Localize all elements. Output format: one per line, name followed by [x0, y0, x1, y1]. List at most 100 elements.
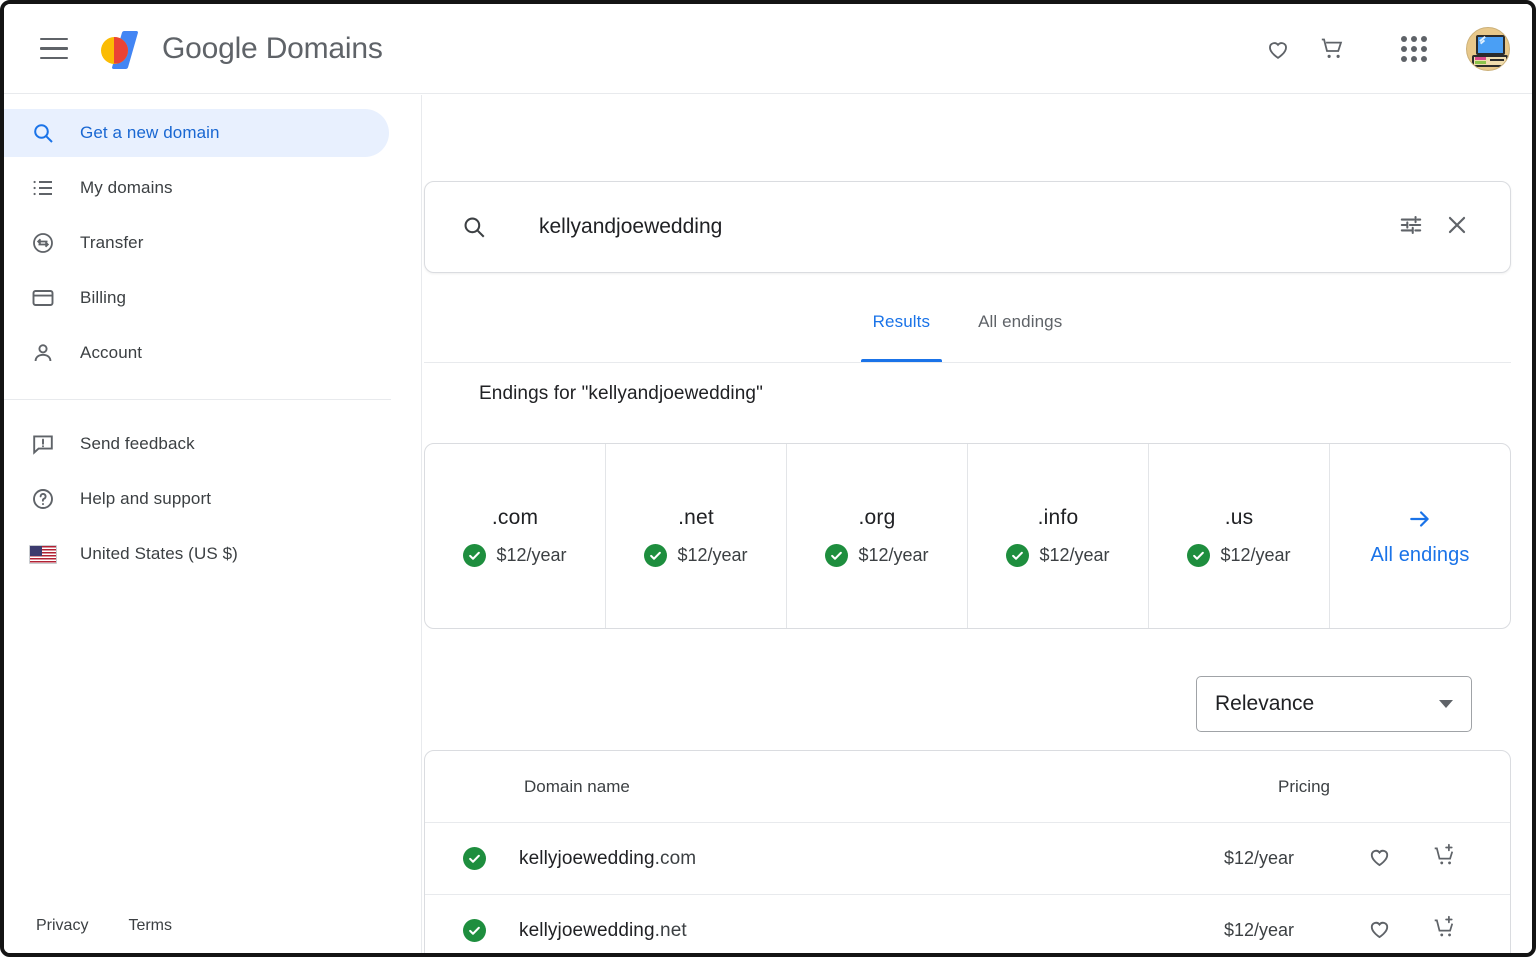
search-filters-button[interactable]	[1388, 204, 1434, 250]
privacy-link[interactable]: Privacy	[36, 917, 88, 935]
domain-name: kellyjoewedding.net	[519, 920, 687, 942]
ending-tld: .com	[492, 506, 538, 530]
sidebar-item-label: My domains	[80, 178, 173, 198]
column-header-domain-name: Domain name	[524, 777, 630, 797]
domain-tld: .net	[655, 920, 687, 941]
tab-label: Results	[873, 312, 930, 332]
sidebar-item-country-currency[interactable]: United States (US $)	[4, 530, 389, 578]
domain-price: $12/year	[1224, 848, 1294, 869]
add-to-cart-button[interactable]	[1422, 836, 1468, 882]
sidebar-item-transfer[interactable]: Transfer	[4, 219, 389, 267]
sidebar-item-label: Help and support	[80, 489, 211, 509]
ending-price-line: $12/year	[1187, 544, 1290, 567]
sidebar-item-account[interactable]: Account	[4, 329, 389, 377]
ending-price: $12/year	[496, 545, 566, 566]
sidebar-item-label: Account	[80, 343, 142, 363]
search-icon	[461, 214, 487, 240]
avatar-key-green	[1475, 61, 1486, 64]
ending-card-org[interactable]: .org $12/year	[787, 444, 968, 628]
sidebar-item-billing[interactable]: Billing	[4, 274, 389, 322]
sidebar-item-help-and-support[interactable]: Help and support	[4, 475, 389, 523]
favorite-button[interactable]	[1356, 908, 1402, 954]
available-check-icon	[463, 544, 486, 567]
ending-card-info[interactable]: .info $12/year	[968, 444, 1149, 628]
chevron-down-icon	[1439, 700, 1453, 708]
domain-search-bar	[424, 181, 1511, 273]
app-title: Google Domains	[162, 32, 383, 66]
feedback-icon	[28, 432, 58, 456]
main-content: Results All endings Endings for "kellyan…	[423, 95, 1532, 957]
domain-name: kellyjoewedding.com	[519, 848, 696, 870]
favorites-button[interactable]	[1254, 25, 1302, 73]
heart-icon	[1367, 844, 1392, 874]
available-check-icon	[1006, 544, 1029, 567]
ending-price: $12/year	[858, 545, 928, 566]
sidebar-item-label: Billing	[80, 288, 126, 308]
menu-bar-3	[40, 57, 68, 60]
cart-button[interactable]	[1308, 25, 1356, 73]
ending-card-net[interactable]: .net $12/year	[606, 444, 787, 628]
sort-selected-value: Relevance	[1215, 692, 1314, 716]
arrow-right-icon	[1407, 506, 1433, 532]
shopping-cart-icon	[1319, 35, 1346, 62]
ending-price: $12/year	[1220, 545, 1290, 566]
sidebar-item-my-domains[interactable]: My domains	[4, 164, 389, 212]
credit-card-icon	[28, 286, 58, 310]
clear-search-button[interactable]	[1434, 204, 1480, 250]
tab-label: All endings	[978, 312, 1062, 332]
endings-section-title: Endings for "kellyandjoewedding"	[479, 383, 763, 405]
available-check-icon	[644, 544, 667, 567]
ending-card-com[interactable]: .com $12/year	[425, 444, 606, 628]
search-icon	[28, 121, 58, 145]
ending-price: $12/year	[1039, 545, 1109, 566]
avatar-key-pink	[1475, 57, 1486, 60]
heart-icon	[1265, 36, 1291, 62]
search-input[interactable]	[539, 215, 1388, 239]
transfer-icon	[28, 231, 58, 255]
top-bar-actions	[1254, 25, 1510, 73]
table-header-row: Domain name Pricing	[425, 751, 1510, 823]
menu-bar-1	[40, 38, 68, 41]
table-row[interactable]: kellyjoewedding.com $12/year	[425, 823, 1510, 895]
terms-link[interactable]: Terms	[128, 917, 172, 935]
available-check-icon	[463, 847, 486, 870]
close-icon	[1444, 212, 1470, 243]
google-domains-logo-icon	[98, 25, 146, 73]
brand-domains: Domains	[266, 32, 383, 65]
ending-price-line: $12/year	[463, 544, 566, 567]
avatar[interactable]	[1466, 27, 1510, 71]
table-row[interactable]: kellyjoewedding.net $12/year	[425, 895, 1510, 957]
all-endings-label: All endings	[1371, 544, 1470, 567]
domain-sld: kellyjoewedding	[519, 920, 655, 941]
top-app-bar: Google Domains	[4, 4, 1532, 94]
app-logo[interactable]: Google Domains	[98, 25, 383, 73]
ending-price-line: $12/year	[644, 544, 747, 567]
us-flag-icon	[28, 545, 58, 564]
favorite-button[interactable]	[1356, 836, 1402, 882]
all-endings-card[interactable]: All endings	[1330, 444, 1510, 628]
column-header-pricing: Pricing	[1278, 777, 1330, 797]
ending-card-us[interactable]: .us $12/year	[1149, 444, 1330, 628]
add-to-cart-button[interactable]	[1422, 908, 1468, 954]
sort-dropdown[interactable]: Relevance	[1196, 676, 1472, 732]
menu-icon[interactable]	[30, 25, 78, 73]
sidebar-item-send-feedback[interactable]: Send feedback	[4, 420, 389, 468]
sidebar-primary-nav: Get a new domain My domains	[4, 95, 421, 377]
list-icon	[28, 176, 58, 200]
tune-icon	[1398, 212, 1424, 243]
endings-card-row: .com $12/year .net $12/year	[424, 443, 1511, 629]
tab-all-endings[interactable]: All endings	[954, 303, 1086, 362]
available-check-icon	[463, 919, 486, 942]
available-check-icon	[825, 544, 848, 567]
tab-results[interactable]: Results	[849, 303, 954, 362]
results-tabs: Results All endings	[424, 303, 1511, 363]
sidebar-item-label: Send feedback	[80, 434, 195, 454]
ending-tld: .info	[1038, 506, 1079, 530]
add-to-cart-icon	[1432, 843, 1458, 874]
apps-grid-icon[interactable]	[1390, 25, 1438, 73]
sidebar-item-label: Transfer	[80, 233, 143, 253]
google-domains-page: Google Domains	[0, 0, 1536, 957]
available-check-icon	[1187, 544, 1210, 567]
sidebar-item-label: United States (US $)	[80, 544, 238, 564]
sidebar-item-get-a-new-domain[interactable]: Get a new domain	[4, 109, 389, 157]
